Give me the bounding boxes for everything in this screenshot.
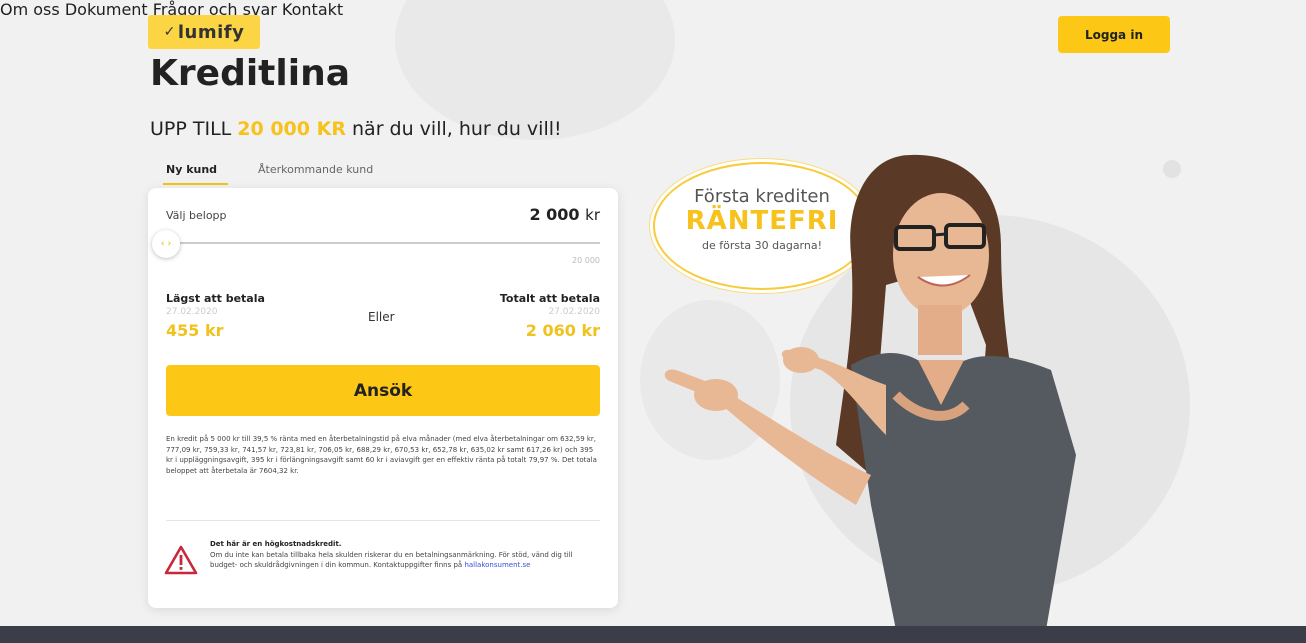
- footer-bar: [0, 626, 1306, 643]
- logo-check-icon: ✓: [163, 24, 176, 40]
- tab-returning-customer[interactable]: Återkommande kund: [258, 163, 373, 176]
- active-tab-indicator: [163, 183, 228, 185]
- or-label: Eller: [368, 310, 395, 324]
- tagline: UPP TILL 20 000 KR när du vill, hur du v…: [150, 118, 562, 140]
- tab-new-customer[interactable]: Ny kund: [166, 163, 217, 176]
- login-button[interactable]: Logga in: [1058, 16, 1170, 53]
- consumer-link[interactable]: hallakonsument.se: [464, 561, 530, 569]
- total-payment-amount: 2 060 kr: [525, 321, 600, 340]
- warning-text: Om du inte kan betala tillbaka hela skul…: [210, 550, 602, 570]
- amount-unit: kr: [585, 206, 600, 224]
- amount-slider-handle[interactable]: ‹ ›: [152, 230, 180, 258]
- warning-title: Det här är en högkostnadskredit.: [210, 540, 342, 548]
- amount-slider-track[interactable]: [166, 242, 600, 244]
- credit-disclaimer: En kredit på 5 000 kr till 39,5 % ränta …: [166, 435, 597, 475]
- slider-arrows-icon: ‹ ›: [160, 239, 172, 249]
- background-dot: [1163, 160, 1181, 178]
- tagline-highlight: 20 000 KR: [237, 118, 346, 140]
- nav-item-about[interactable]: Om oss: [0, 0, 60, 19]
- total-payment-date: 27.02.2020: [548, 307, 600, 317]
- nav-item-documents[interactable]: Dokument: [65, 0, 148, 19]
- logo-text: lumify: [177, 21, 245, 43]
- tagline-suffix: när du vill, hur du vill!: [345, 118, 562, 140]
- brand-logo[interactable]: ✓ lumify: [148, 15, 260, 49]
- min-payment-title: Lägst att betala: [166, 292, 265, 305]
- hero-person-image: [664, 154, 1076, 630]
- total-payment-title: Totalt att betala: [499, 292, 600, 305]
- min-payment-amount: 455 kr: [166, 321, 224, 340]
- min-payment-date: 27.02.2020: [166, 307, 218, 317]
- loan-calculator-card: Välj belopp 2 000 kr ‹ › 20 000 Lägst at…: [148, 188, 618, 608]
- slider-max-label: 20 000: [572, 256, 600, 265]
- amount-label: Välj belopp: [166, 209, 227, 222]
- apply-button[interactable]: Ansök: [166, 365, 600, 416]
- warning-triangle-icon: [164, 545, 198, 575]
- page-title: Kreditlina: [150, 53, 350, 94]
- amount-number: 2 000: [529, 205, 580, 224]
- nav-item-contact[interactable]: Kontakt: [282, 0, 343, 19]
- tagline-prefix: UPP TILL: [150, 118, 238, 140]
- divider: [166, 520, 600, 521]
- amount-value: 2 000 kr: [529, 205, 600, 224]
- customer-tabs: Ny kund Återkommande kund: [150, 160, 420, 188]
